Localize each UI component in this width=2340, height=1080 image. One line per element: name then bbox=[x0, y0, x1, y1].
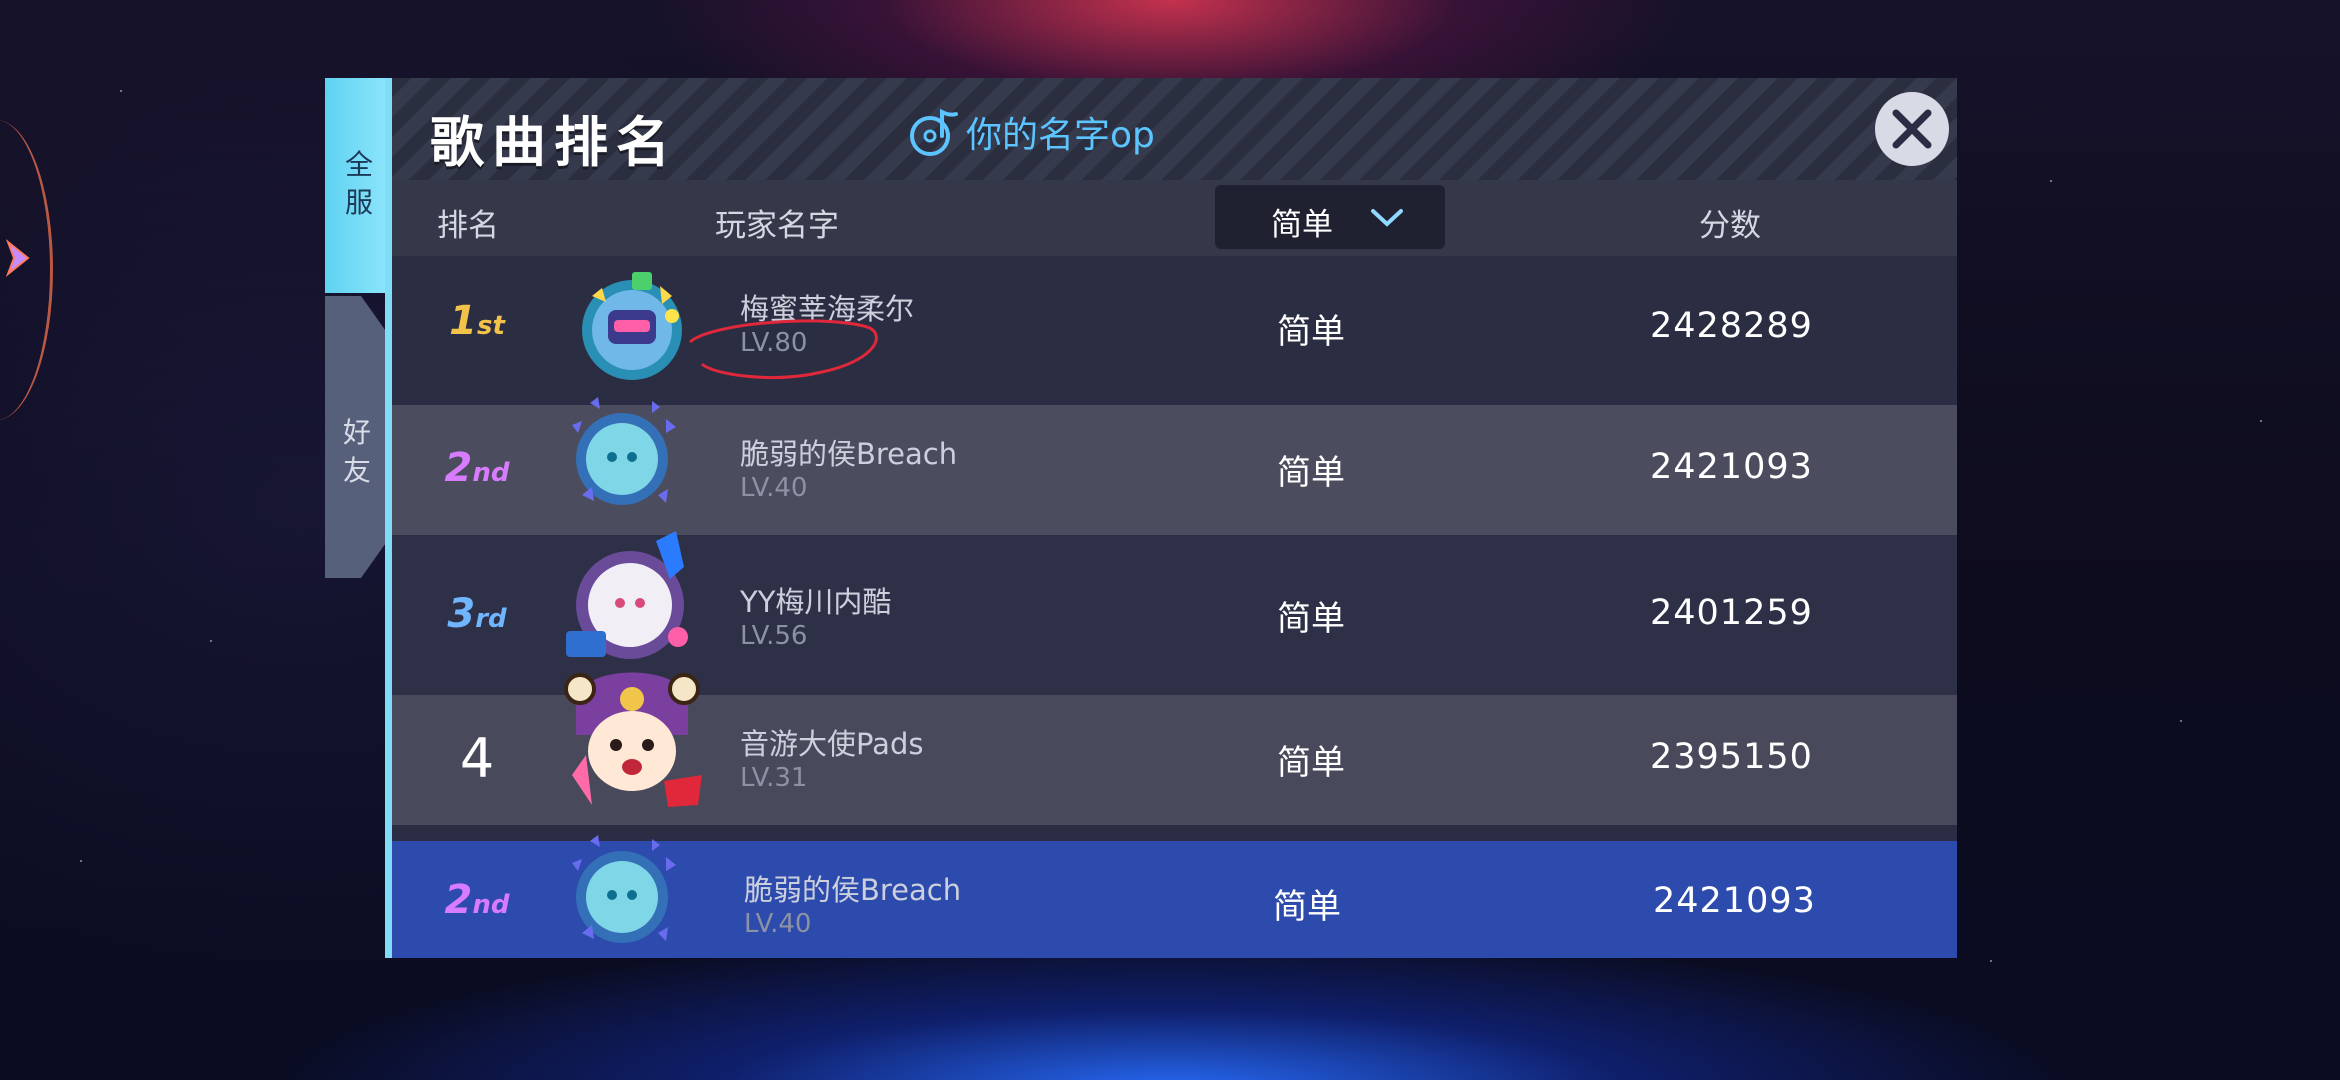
rank-number: 1 bbox=[449, 298, 477, 344]
rank-suffix: rd bbox=[475, 604, 507, 634]
self-rank-row[interactable]: 2nd 脆弱的侯Breach LV.40 简单 2421093 bbox=[392, 835, 1957, 958]
player-level: LV.31 bbox=[740, 763, 808, 793]
avatar bbox=[572, 835, 676, 943]
rank-badge: 2nd bbox=[422, 445, 532, 491]
table-row[interactable]: 4 音游大使Pads LV.31 简单 2395150 bbox=[392, 672, 1957, 825]
player-level: LV.56 bbox=[740, 621, 808, 651]
player-name: 音游大使Pads bbox=[740, 727, 924, 761]
song-info: 你的名字op bbox=[908, 106, 1155, 158]
rank-number: 2 bbox=[444, 445, 473, 491]
rank-number: 4 bbox=[459, 727, 495, 790]
rank-badge: 1st bbox=[422, 298, 532, 344]
close-icon bbox=[1892, 109, 1932, 149]
table-row[interactable]: 2nd 脆弱的侯Breach LV.40 简单 2421093 bbox=[392, 397, 1957, 535]
difficulty-dropdown[interactable]: 简单 bbox=[1215, 185, 1445, 249]
tab-all-server[interactable]: 全服 bbox=[325, 78, 392, 293]
ranking-main: 歌曲排名 你的名字op 排名 玩家名字 分数 简单 1st 梅蜜莘海柔尔 LV.… bbox=[392, 78, 1957, 958]
player-level: LV.40 bbox=[744, 909, 812, 939]
difficulty-label: 简单 bbox=[1277, 453, 1345, 493]
avatar bbox=[564, 672, 702, 807]
panel-header: 歌曲排名 你的名字op bbox=[392, 78, 1957, 180]
annotation-circle-icon bbox=[688, 319, 878, 379]
music-note-disc-icon bbox=[910, 108, 958, 156]
col-rank: 排名 bbox=[437, 208, 499, 244]
difficulty-dropdown-label: 简单 bbox=[1271, 207, 1333, 243]
score-value: 2421093 bbox=[1650, 447, 1813, 487]
difficulty-label: 简单 bbox=[1277, 599, 1345, 639]
table-row[interactable]: 1st 梅蜜莘海柔尔 LV.80 简单 2428289 bbox=[392, 256, 1957, 402]
side-arrow-icon[interactable] bbox=[6, 238, 32, 278]
rank-badge: 3rd bbox=[422, 591, 532, 637]
avatar bbox=[566, 531, 688, 659]
page-title: 歌曲排名 bbox=[430, 111, 678, 174]
ranking-panel: 全服 好友 歌曲排名 你的名字op 排名 玩家名字 分数 简单 1st 梅蜜莘海… bbox=[325, 78, 1957, 958]
score-value: 2428289 bbox=[1650, 306, 1813, 346]
rank-number: 3 bbox=[447, 591, 476, 637]
column-header: 排名 玩家名字 分数 bbox=[392, 180, 1957, 256]
col-score: 分数 bbox=[1699, 208, 1761, 244]
difficulty-label: 简单 bbox=[1277, 743, 1345, 783]
rank-suffix: st bbox=[476, 311, 505, 341]
score-value: 2395150 bbox=[1650, 737, 1813, 777]
difficulty-label: 简单 bbox=[1273, 887, 1341, 927]
rank-suffix: nd bbox=[472, 458, 510, 488]
difficulty-label: 简单 bbox=[1277, 312, 1345, 352]
tab-friends-label: 好友 bbox=[343, 416, 372, 487]
rank-badge: 2nd bbox=[422, 877, 532, 923]
player-name: YY梅川内酷 bbox=[740, 585, 892, 619]
score-value: 2401259 bbox=[1650, 593, 1813, 633]
scope-tabs: 全服 好友 bbox=[325, 78, 392, 958]
player-level: LV.40 bbox=[740, 473, 808, 503]
tab-rail bbox=[385, 78, 392, 958]
tab-all-label: 全服 bbox=[345, 148, 374, 219]
rank-number: 2 bbox=[444, 877, 473, 923]
rank-suffix: nd bbox=[472, 890, 510, 920]
col-player: 玩家名字 bbox=[715, 208, 839, 244]
song-name: 你的名字op bbox=[966, 115, 1155, 156]
avatar bbox=[582, 272, 682, 380]
rank-badge: 4 bbox=[422, 727, 532, 790]
avatar bbox=[572, 397, 676, 505]
player-name: 脆弱的侯Breach bbox=[740, 437, 958, 471]
tab-friends[interactable]: 好友 bbox=[325, 296, 385, 578]
player-name: 脆弱的侯Breach bbox=[744, 873, 962, 907]
score-value: 2421093 bbox=[1653, 881, 1816, 921]
close-button[interactable] bbox=[1875, 92, 1949, 166]
chevron-down-icon bbox=[1371, 209, 1403, 227]
